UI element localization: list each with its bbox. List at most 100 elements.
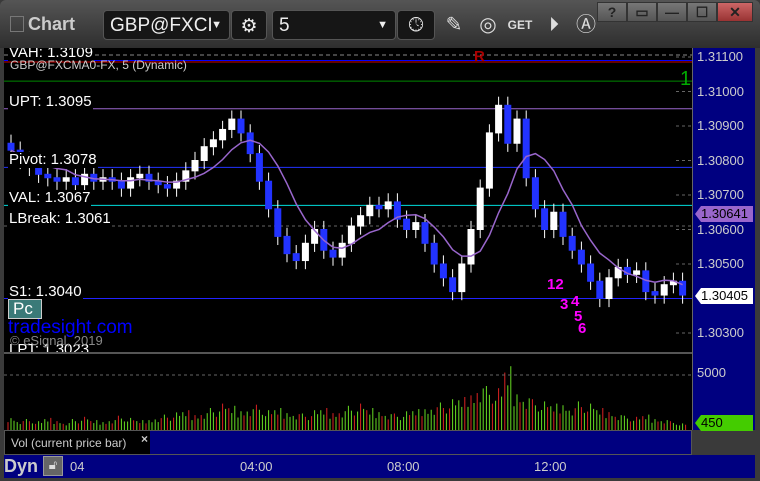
candle-down	[504, 104, 512, 144]
play-icon: ⏵	[549, 14, 559, 36]
time-tick: 04:00	[240, 459, 273, 474]
level-label: VAL: 1.3067	[8, 189, 92, 207]
price-axis[interactable]: 1.31100 1.31000 1.30900 1.30800 1.30700 1.306…	[692, 48, 755, 431]
candle-up	[136, 173, 144, 179]
candle-down	[329, 249, 337, 258]
candle-up	[467, 229, 475, 265]
candle-down	[587, 263, 595, 282]
dyn-label: Dyn	[4, 456, 39, 476]
get-label: GET	[507, 18, 533, 32]
candle-up	[200, 146, 208, 161]
candle-down	[568, 235, 576, 251]
candle-up	[347, 225, 355, 244]
td-count: 3	[560, 296, 569, 313]
title-bar: Chart GBP@FXCI ▼ ⚙ 5 ▼ 🕓︎ ✎ ◎ GET ⏵ Ⓐ ? ▭ …	[0, 0, 760, 48]
candle-up	[384, 201, 392, 210]
drag-grip-icon[interactable]	[10, 16, 24, 32]
play-button[interactable]: ⏵	[540, 11, 568, 39]
price-plot	[4, 54, 692, 334]
level-label: S1: 1.3040	[8, 282, 83, 300]
td-count: 12	[547, 276, 564, 293]
price-tick: 1.30900	[697, 118, 744, 133]
gear-icon: ⚙	[240, 16, 258, 37]
price-chart[interactable]: VAH: 1.3109 UPT: 1.3095 Pivot: 1.3078 VAL: …	[4, 48, 692, 352]
candle-up	[513, 118, 521, 144]
marker-count: 1	[680, 68, 692, 90]
candle-up	[366, 204, 374, 217]
candle-down	[596, 280, 604, 299]
symbol-settings-button[interactable]: ⚙	[231, 10, 267, 40]
price-tick: 1.31000	[697, 83, 744, 99]
candle-down	[651, 291, 659, 296]
candle-up	[191, 160, 199, 172]
candle-down	[283, 235, 291, 255]
volume-label-text: Vol (current price bar)	[11, 436, 127, 450]
time-axis[interactable]: Dyn 🔓︎ 04 04:00 08:00 12:00	[4, 455, 755, 478]
candle-down	[274, 208, 282, 237]
candle-down	[403, 218, 411, 230]
studies-button[interactable]: ◎	[474, 11, 502, 39]
alerts-button[interactable]: Ⓐ	[572, 11, 600, 39]
time-tick: 04	[70, 459, 85, 474]
candle-down	[117, 180, 125, 189]
level-label: UPT: 1.3095	[8, 92, 93, 110]
clock-icon: 🕓︎	[408, 15, 424, 36]
candle-down	[237, 118, 245, 134]
candle-down	[449, 277, 457, 293]
candle-up	[458, 263, 466, 293]
candle-down	[35, 166, 43, 175]
candle-up	[338, 242, 346, 258]
maximize-button[interactable]: ☐	[687, 2, 717, 22]
volume-pane[interactable]	[4, 352, 692, 430]
candle-up	[495, 104, 503, 134]
candle-down	[7, 142, 15, 151]
candle-up	[605, 277, 613, 300]
candle-down	[53, 177, 61, 182]
lock-icon[interactable]: 🔓︎	[43, 456, 63, 476]
symbol-value: GBP@FXCI	[110, 15, 213, 36]
candle-up	[660, 284, 668, 296]
volume-study-bar: Vol (current price bar) ×	[4, 430, 692, 455]
ma-value-tag: 1.30641	[695, 206, 753, 222]
candle-up	[485, 132, 493, 189]
candle-up	[476, 187, 484, 231]
level-label: Pivot: 1.3078	[8, 151, 98, 169]
alert-a-icon: Ⓐ	[576, 14, 596, 36]
interval-dropdown[interactable]: 5 ▼	[272, 10, 396, 40]
candle-down	[255, 153, 263, 182]
link-button[interactable]: ▭	[627, 2, 657, 22]
candle-up	[209, 139, 217, 148]
candle-down	[246, 132, 254, 155]
get-button[interactable]: GET	[506, 11, 534, 39]
volume-tick: 5000	[697, 365, 726, 380]
interval-value: 5	[279, 15, 290, 36]
draw-tool-button[interactable]: ✎	[440, 11, 468, 39]
candle-up	[228, 118, 236, 130]
help-button[interactable]: ?	[597, 2, 627, 22]
pc-badge[interactable]: Pc	[8, 299, 42, 319]
symbol-dropdown[interactable]: GBP@FXCI ▼	[103, 10, 230, 40]
candle-down	[541, 208, 549, 231]
minimize-button[interactable]: —	[657, 2, 687, 22]
candle-up	[301, 242, 309, 262]
close-study-icon[interactable]: ×	[141, 432, 148, 446]
close-button[interactable]: ✕	[717, 2, 753, 22]
candle-down	[44, 173, 52, 179]
candle-up	[127, 177, 135, 189]
candle-down	[421, 222, 429, 244]
volume-current-tag: 450	[695, 415, 753, 431]
time-tick: 08:00	[387, 459, 420, 474]
time-template-button[interactable]: 🕓︎	[397, 10, 435, 40]
volume-plot	[4, 366, 692, 430]
candle-down	[559, 211, 567, 237]
candle-down	[531, 177, 539, 210]
copyright: © eSignal, 2019	[10, 333, 103, 348]
price-tick: 1.30700	[697, 187, 744, 202]
candle-up	[62, 177, 70, 182]
study-label: GBP@FXCMA0-FX, 5 (Dynamic)	[10, 58, 187, 72]
volume-study-label[interactable]: Vol (current price bar) ×	[5, 431, 150, 454]
candle-down	[439, 263, 447, 279]
price-tick: 1.30600	[697, 221, 744, 237]
price-tick: 1.31100	[697, 49, 744, 64]
price-tick: 1.30800	[697, 152, 744, 168]
